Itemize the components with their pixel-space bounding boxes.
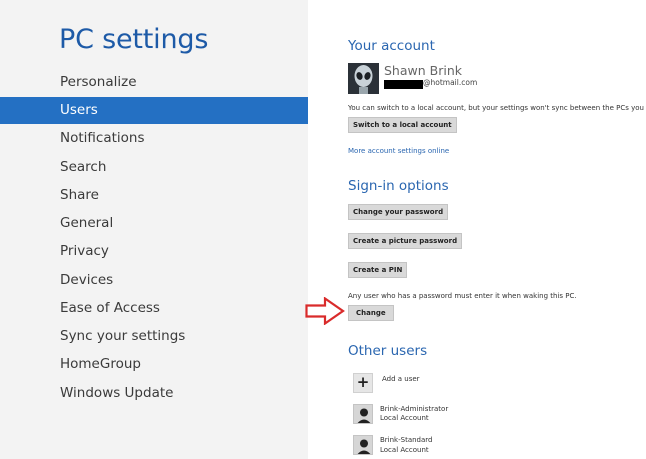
left-pane: PC settings Personalize Users Notificati… (0, 0, 308, 459)
nav-item-homegroup[interactable]: HomeGroup (0, 351, 308, 378)
add-user-label[interactable]: Add a user (382, 375, 420, 383)
other-user-account-type: Local Account (380, 446, 429, 454)
add-user-icon[interactable]: + (353, 373, 373, 393)
other-user-name[interactable]: Brink-Standard (380, 436, 433, 444)
account-user-name: Shawn Brink (384, 63, 462, 78)
nav-item-windows-update[interactable]: Windows Update (0, 380, 308, 407)
email-redaction (384, 80, 423, 89)
nav-item-share[interactable]: Share (0, 182, 308, 209)
other-user-account-type: Local Account (380, 414, 429, 422)
nav-item-search[interactable]: Search (0, 154, 308, 181)
user-avatar-icon[interactable] (353, 435, 373, 455)
other-users-heading: Other users (348, 343, 428, 359)
change-wake-setting-button[interactable]: Change (348, 305, 394, 321)
red-arrow-icon (305, 297, 345, 325)
nav-item-personalize[interactable]: Personalize (0, 69, 308, 96)
nav-item-devices[interactable]: Devices (0, 267, 308, 294)
more-account-settings-link[interactable]: More account settings online (348, 147, 449, 155)
nav-item-privacy[interactable]: Privacy (0, 238, 308, 265)
wake-password-info: Any user who has a password must enter i… (348, 292, 577, 300)
nav-item-users[interactable]: Users (0, 97, 308, 124)
nav-item-sync-settings[interactable]: Sync your settings (0, 323, 308, 350)
account-email-domain: @hotmail.com (423, 78, 478, 87)
nav-item-notifications[interactable]: Notifications (0, 125, 308, 152)
your-account-heading: Your account (348, 38, 435, 54)
user-avatar-icon[interactable] (353, 404, 373, 424)
page-title: PC settings (59, 24, 209, 55)
nav-item-general[interactable]: General (0, 210, 308, 237)
change-password-button[interactable]: Change your password (348, 204, 449, 220)
alien-avatar-icon (348, 63, 379, 94)
create-pin-button[interactable]: Create a PIN (348, 262, 408, 278)
nav-item-ease-of-access[interactable]: Ease of Access (0, 295, 308, 322)
picture-password-button[interactable]: Create a picture password (348, 233, 463, 249)
account-sync-info: You can switch to a local account, but y… (348, 104, 646, 112)
avatar (348, 63, 379, 94)
other-user-name[interactable]: Brink-Administrator (380, 405, 448, 413)
sign-in-options-heading: Sign-in options (348, 178, 449, 194)
switch-local-account-button[interactable]: Switch to a local account (348, 117, 457, 133)
